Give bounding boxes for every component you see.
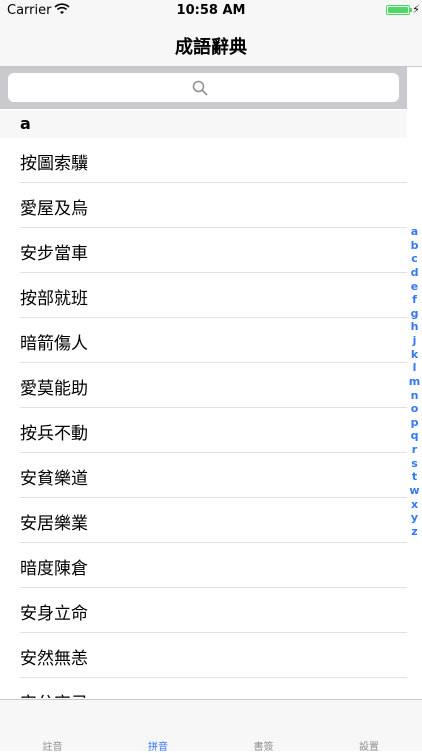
section-index[interactable]: abcdefghjklmnopqrstwxyz [407, 226, 422, 538]
index-letter[interactable]: r [412, 444, 417, 456]
tab-label: 拼音 [148, 742, 168, 753]
index-letter[interactable]: z [411, 525, 417, 538]
idiom-list[interactable]: 按圖索驥愛屋及烏安步當車按部就班暗箭傷人愛莫能助按兵不動安貧樂道安居樂業暗度陳倉… [0, 138, 407, 698]
list-item-label: 愛莫能助 [20, 379, 88, 399]
list-item-label: 安然無恙 [20, 649, 88, 669]
list-item[interactable]: 按圖索驥 [0, 138, 407, 183]
index-letter[interactable]: q [411, 430, 419, 442]
list-item-label: 安步當車 [20, 244, 88, 264]
index-letter[interactable]: p [411, 416, 419, 429]
tab-label: 設置 [359, 742, 379, 753]
tab-label: 註音 [42, 742, 63, 753]
index-letter[interactable]: j [413, 335, 417, 347]
list-item-label: 按兵不動 [20, 424, 88, 444]
index-letter[interactable]: y [411, 512, 418, 524]
index-letter[interactable]: x [411, 498, 418, 511]
index-letter[interactable]: d [411, 266, 419, 279]
list-item[interactable]: 安分守己 [0, 678, 407, 698]
index-letter[interactable]: b [411, 239, 419, 252]
tab-label: 書簽 [253, 742, 274, 753]
status-bar: Carrier 10:58 AM ⚡ [0, 0, 422, 22]
index-letter[interactable]: o [411, 403, 419, 415]
list-item[interactable]: 安身立命 [0, 588, 407, 633]
section-header: a [0, 110, 407, 138]
list-item[interactable]: 安步當車 [0, 228, 407, 273]
tab-3[interactable]: 設置 [317, 700, 422, 753]
list-item[interactable]: 安然無恙 [0, 633, 407, 678]
navigation-bar: 成語辭典 [0, 22, 422, 67]
list-item-label: 按部就班 [20, 289, 88, 309]
search-icon [192, 80, 208, 96]
list-item-label: 暗箭傷人 [20, 334, 88, 354]
battery-icon [386, 5, 412, 15]
tab-1[interactable]: 拼音 [106, 700, 211, 753]
list-item-label: 愛屋及烏 [20, 199, 88, 219]
index-letter[interactable]: h [411, 321, 419, 333]
index-letter[interactable]: m [409, 375, 420, 388]
index-letter[interactable]: t [412, 471, 417, 483]
list-item[interactable]: 暗度陳倉 [0, 543, 407, 588]
tab-2[interactable]: 書簽 [211, 700, 316, 753]
list-item-label: 安貧樂道 [20, 469, 88, 489]
list-item-label: 安身立命 [20, 604, 88, 624]
tab-bar: 註音 拼音 書簽 設置 [0, 699, 422, 753]
clock: 10:58 AM [176, 3, 246, 18]
index-letter[interactable]: g [411, 307, 419, 320]
index-letter[interactable]: w [409, 484, 419, 497]
index-letter[interactable]: e [411, 280, 418, 293]
index-letter[interactable]: s [411, 457, 418, 470]
index-letter[interactable]: c [411, 253, 418, 265]
list-item-label: 按圖索驥 [20, 154, 88, 174]
list-item-label: 安居樂業 [20, 514, 88, 534]
index-letter[interactable]: l [413, 362, 417, 374]
list-item-label: 安分守己 [20, 689, 88, 698]
tab-0[interactable]: 註音 [0, 700, 105, 753]
page-title: 成語辭典 [175, 37, 247, 58]
list-item[interactable]: 按部就班 [0, 273, 407, 318]
index-letter[interactable]: a [411, 226, 418, 238]
list-item[interactable]: 安貧樂道 [0, 453, 407, 498]
charging-icon: ⚡ [412, 3, 420, 16]
list-item-label: 暗度陳倉 [20, 559, 88, 579]
list-item[interactable]: 按兵不動 [0, 408, 407, 453]
index-letter[interactable]: n [411, 389, 419, 402]
list-item[interactable]: 愛屋及烏 [0, 183, 407, 228]
list-item[interactable]: 安居樂業 [0, 498, 407, 543]
index-letter[interactable]: f [412, 294, 417, 306]
section-header-label: a [20, 114, 31, 133]
list-item[interactable]: 暗箭傷人 [0, 318, 407, 363]
list-item[interactable]: 愛莫能助 [0, 363, 407, 408]
index-letter[interactable]: k [411, 348, 418, 361]
